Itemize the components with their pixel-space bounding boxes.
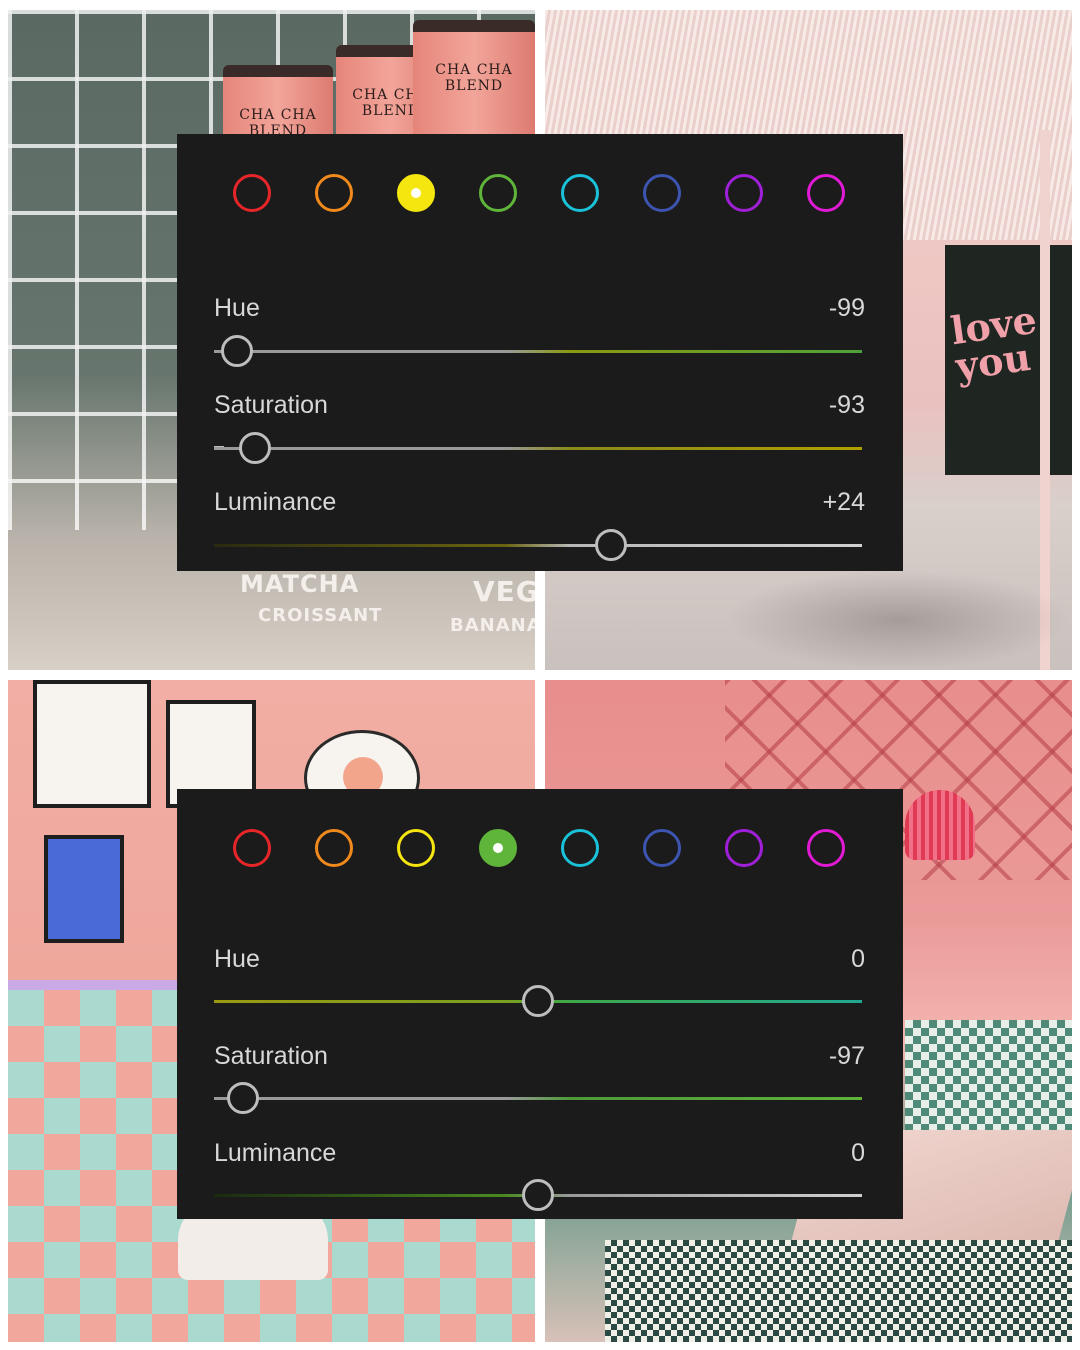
- saturation-slider-thumb[interactable]: [227, 1082, 260, 1114]
- hue-label: Hue: [214, 294, 260, 322]
- hue-label: Hue: [214, 945, 260, 973]
- picture-frame: [44, 835, 124, 943]
- swatch-red[interactable]: [233, 829, 271, 867]
- hsl-panel-yellow: Hue -99 Saturation -93 Luminance +24: [177, 134, 903, 571]
- swatch-purple[interactable]: [725, 174, 763, 212]
- saturation-slider-thumb[interactable]: [239, 432, 272, 464]
- swatch-orange[interactable]: [315, 829, 353, 867]
- hue-slider-thumb[interactable]: [522, 985, 554, 1017]
- hue-slider-track[interactable]: [214, 350, 862, 353]
- hsl-panel-green: Hue 0 Saturation -97 Luminance 0: [177, 789, 903, 1219]
- hue-value: 0: [851, 945, 865, 973]
- saturation-slider-track[interactable]: [214, 1097, 862, 1100]
- luminance-label: Luminance: [214, 488, 337, 516]
- sign-text: MATCHA: [240, 570, 360, 598]
- saturation-value: -93: [828, 391, 865, 419]
- luminance-slider-thumb[interactable]: [594, 529, 627, 561]
- swatch-blue[interactable]: [643, 829, 681, 867]
- swatch-red[interactable]: [233, 174, 271, 212]
- saturation-label: Saturation: [214, 391, 328, 419]
- swatch-magenta[interactable]: [807, 174, 845, 212]
- saturation-value: -97: [828, 1042, 865, 1070]
- saturation-slider-track[interactable]: [214, 447, 862, 450]
- swatch-magenta[interactable]: [807, 829, 845, 867]
- color-swatches: [177, 174, 903, 214]
- luminance-value: 0: [851, 1139, 865, 1167]
- checker-floor: [605, 1240, 1072, 1342]
- hue-slider-thumb[interactable]: [221, 335, 254, 367]
- swatch-aqua[interactable]: [561, 174, 599, 212]
- swatch-orange[interactable]: [315, 174, 353, 212]
- luminance-slider-track[interactable]: [214, 544, 862, 547]
- saturation-label: Saturation: [214, 1042, 328, 1070]
- sign-text: BANANA: [450, 615, 535, 636]
- color-swatches: [177, 829, 903, 869]
- swatch-green[interactable]: [479, 829, 517, 867]
- luminance-label: Luminance: [214, 1139, 337, 1167]
- hue-value: -99: [828, 294, 865, 322]
- swatch-yellow[interactable]: [397, 829, 435, 867]
- mural-text: love you: [947, 296, 1040, 389]
- swatch-aqua[interactable]: [561, 829, 599, 867]
- luminance-value: +24: [822, 488, 865, 516]
- can-label: CHA CHA BLEND: [435, 62, 513, 94]
- swatch-blue[interactable]: [643, 174, 681, 212]
- mural: love you: [945, 245, 1072, 475]
- swatch-green[interactable]: [479, 174, 517, 212]
- swatch-purple[interactable]: [725, 829, 763, 867]
- sign-text: CROISSANT: [258, 605, 383, 626]
- pendant-lamp: [905, 790, 975, 860]
- luminance-slider-thumb[interactable]: [522, 1179, 554, 1211]
- sign-text: VEG: [473, 575, 535, 608]
- swatch-yellow[interactable]: [397, 174, 435, 212]
- picture-frame: [33, 680, 151, 808]
- floor-shadow: [725, 570, 1072, 670]
